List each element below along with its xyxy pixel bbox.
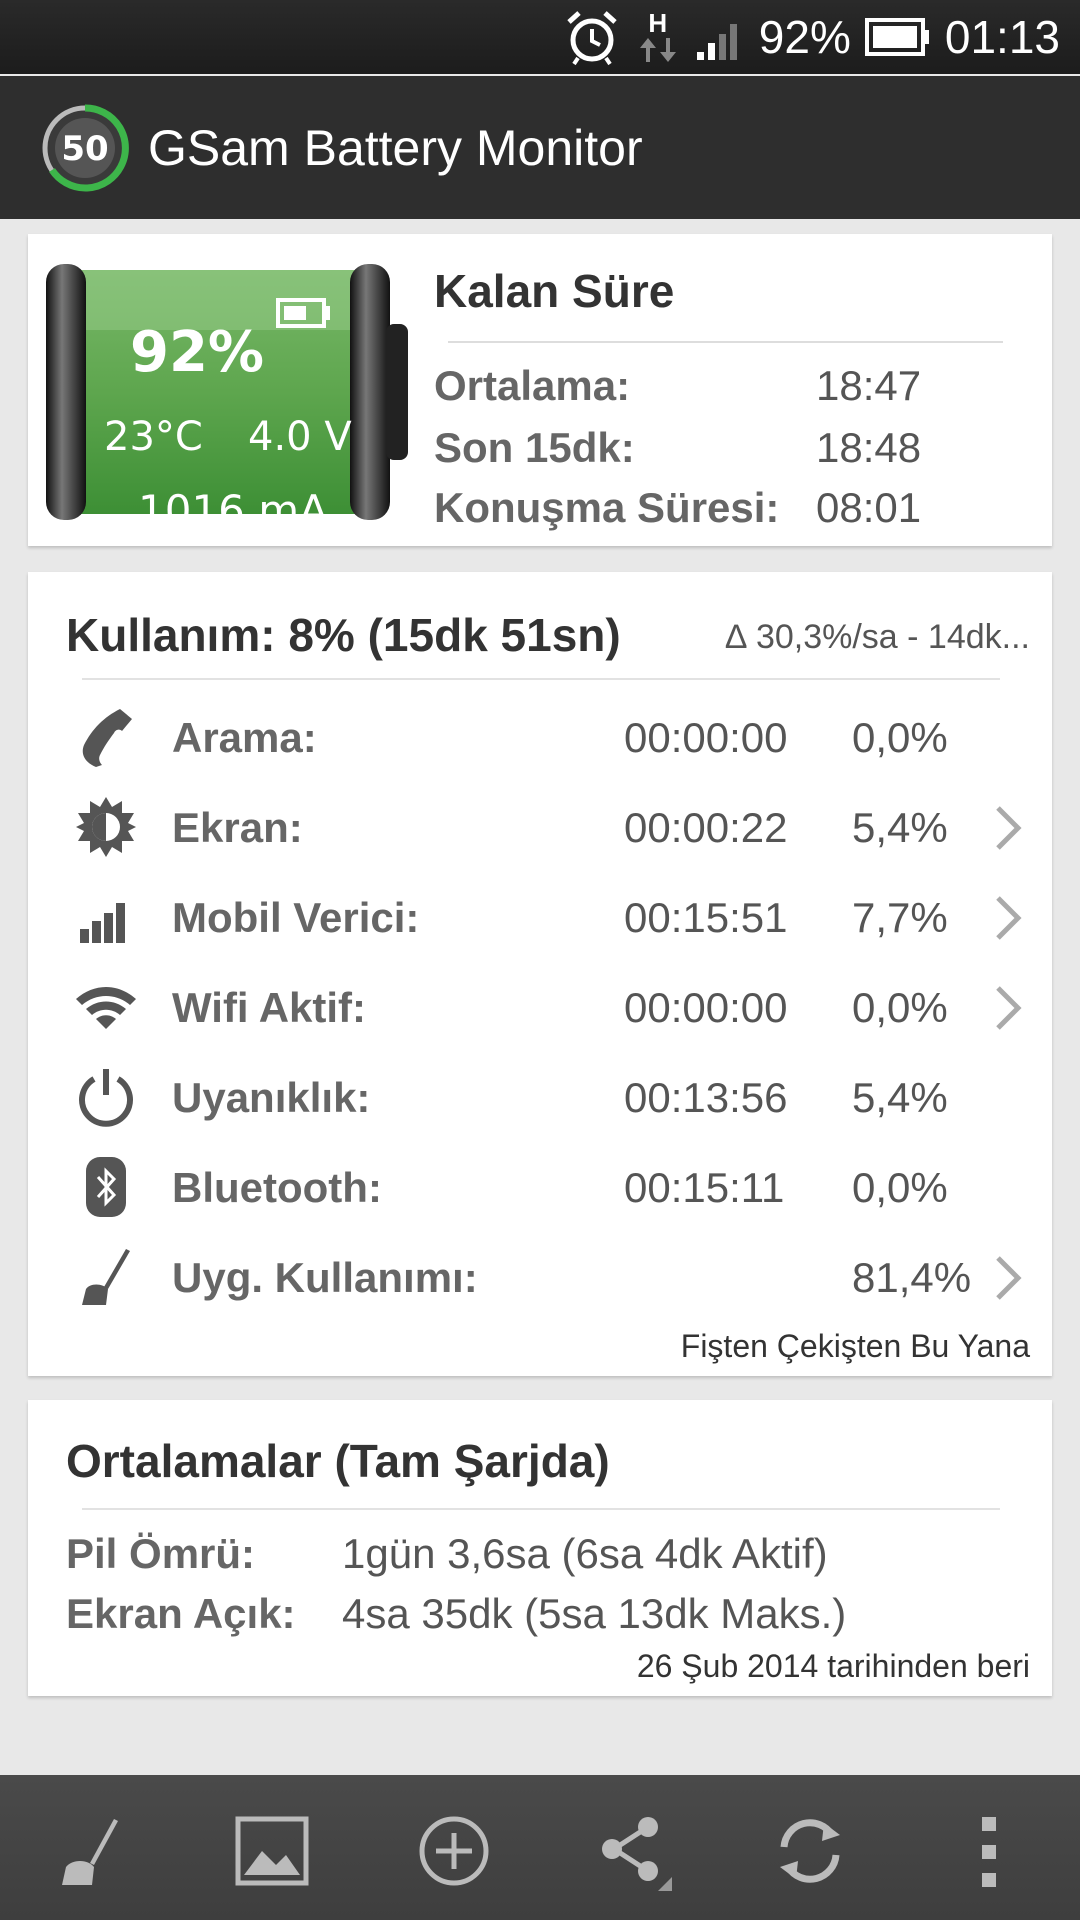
usage-card: Kullanım: 8% (15dk 51sn) ∆ 30,3%/sa - 14…	[28, 572, 1052, 1376]
app-title: GSam Battery Monitor	[148, 119, 643, 176]
network-type-icon: H	[635, 10, 681, 64]
usage-row-screen[interactable]: Ekran: 00:00:22 5,4%	[28, 782, 1052, 872]
battery-graphic: 92% 23°C 4.0 V 1016 mA	[46, 264, 416, 535]
signal-icon	[696, 24, 737, 60]
averages-row: Ekran Açık: 4sa 35dk (5sa 13dk Maks.)	[66, 1590, 847, 1637]
usage-rate: ∆ 30,3%/sa - 14dk...	[725, 618, 1030, 656]
battery-summary-card[interactable]: 92% 23°C 4.0 V 1016 mA Kalan Süre Ortala…	[28, 234, 1052, 546]
usage-row-bluetooth: Bluetooth: 00:15:11 0,0%	[28, 1142, 1052, 1232]
averages-title: Ortalamalar (Tam Şarjda)	[66, 1435, 610, 1487]
battery-status-icon	[864, 18, 929, 56]
usage-row-call: Arama: 00:00:00 0,0%	[28, 692, 1052, 782]
overflow-menu-icon[interactable]	[960, 1811, 1020, 1891]
usage-row-mobile-radio[interactable]: Mobil Verici: 00:15:51 7,7%	[28, 872, 1052, 962]
chevron-right-icon[interactable]	[992, 984, 1024, 1032]
divider	[448, 341, 1003, 343]
wifi-icon	[76, 987, 136, 1029]
broom-icon	[82, 1249, 130, 1305]
usage-title: Kullanım: 8% (15dk 51sn)	[66, 609, 621, 661]
svg-text:50: 50	[61, 129, 108, 169]
bluetooth-icon	[86, 1157, 126, 1217]
status-battery-percent: 92%	[758, 11, 851, 63]
image-icon[interactable]	[232, 1811, 312, 1891]
bottom-action-bar	[0, 1775, 1080, 1920]
broom-icon[interactable]	[52, 1811, 132, 1891]
remaining-row: Ortalama: 18:47	[434, 362, 922, 409]
brightness-icon	[76, 797, 136, 857]
usage-row-wifi[interactable]: Wifi Aktif: 00:00:00 0,0%	[28, 962, 1052, 1052]
averages-footer: 26 Şub 2014 tarihinden beri	[636, 1648, 1030, 1684]
remaining-row: Konuşma Süresi: 08:01	[434, 484, 922, 531]
status-time: 01:13	[944, 11, 1060, 63]
phone-icon	[82, 709, 132, 767]
usage-row-awake: Uyanıklık: 00:13:56 5,4%	[28, 1052, 1052, 1142]
status-bar: H 92% 01:13	[0, 0, 1080, 74]
action-bar: 50 GSam Battery Monitor	[0, 76, 1080, 219]
battery-voltage: 4.0 V	[248, 414, 352, 460]
remaining-row: Son 15dk: 18:48	[434, 424, 922, 471]
chevron-right-icon[interactable]	[992, 804, 1024, 852]
power-icon	[79, 1069, 133, 1127]
averages-card: Ortalamalar (Tam Şarjda) Pil Ömrü: 1gün …	[28, 1400, 1052, 1696]
remaining-title: Kalan Süre	[434, 265, 675, 317]
signal-icon	[80, 903, 125, 943]
chevron-right-icon[interactable]	[992, 1254, 1024, 1302]
averages-row: Pil Ömrü: 1gün 3,6sa (6sa 4dk Aktif)	[66, 1530, 828, 1577]
divider	[82, 678, 1000, 680]
battery-percent: 92%	[130, 320, 265, 385]
chevron-right-icon[interactable]	[992, 894, 1024, 942]
battery-current: 1016 mA	[138, 486, 328, 535]
usage-row-app-usage[interactable]: Uyg. Kullanımı: 81,4%	[28, 1232, 1052, 1322]
refresh-icon[interactable]	[770, 1811, 850, 1891]
alarm-icon	[567, 11, 617, 66]
divider	[82, 1508, 1000, 1510]
add-icon[interactable]	[414, 1811, 494, 1891]
battery-temperature: 23°C	[104, 414, 203, 460]
share-icon[interactable]	[592, 1811, 672, 1891]
usage-footer: Fişten Çekişten Bu Yana	[680, 1328, 1030, 1364]
app-logo-icon[interactable]: 50	[40, 103, 130, 193]
